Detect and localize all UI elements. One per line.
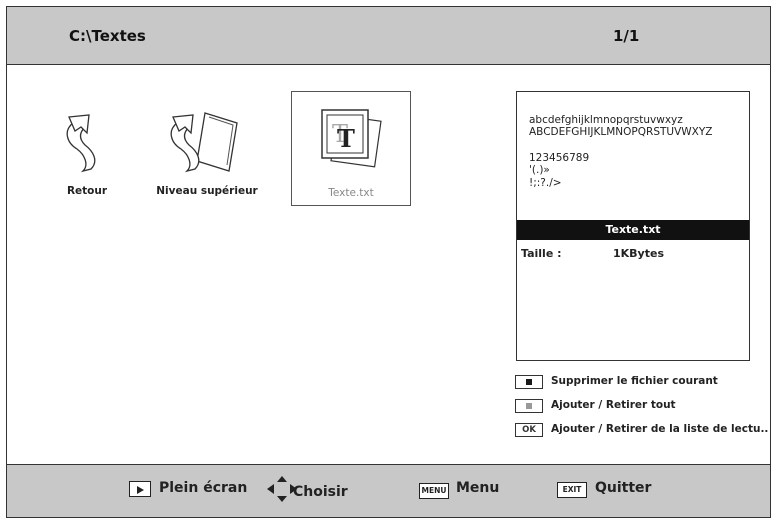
action-label: Ajouter / Retirer tout	[551, 399, 676, 411]
item-retour[interactable]: Retour	[27, 91, 147, 206]
menu-key-icon: MENU	[419, 483, 449, 499]
sample-text-punctuation-1: '(.)»	[529, 164, 550, 176]
item-niveau-superieur[interactable]: Niveau supérieur	[147, 91, 267, 206]
footer-bar: Plein écran Choisir MENU Menu EXIT Quitt…	[7, 464, 770, 517]
return-arrow-icon	[66, 114, 96, 173]
menu-label: Menu	[456, 480, 500, 496]
action-label: Ajouter / Retirer de la liste de lectu..	[551, 423, 769, 435]
green-key-icon	[515, 399, 543, 413]
sample-text-digits: 123456789	[529, 152, 590, 164]
sample-text-uppercase: ABCDEFGHIJKLMNOPQRSTUVWXYZ	[529, 126, 713, 138]
exit-label: Quitter	[595, 480, 652, 496]
parent-folder-icon	[170, 112, 238, 173]
action-label: Supprimer le fichier courant	[551, 375, 718, 387]
header-bar: C:\Textes 1/1	[7, 7, 770, 65]
sample-text-lowercase: abcdefghijklmnopqrstuvwxyz	[529, 114, 683, 126]
item-texte-txt[interactable]: T T Texte.txt	[291, 91, 411, 206]
navigate-label: Choisir	[293, 484, 348, 500]
page-indicator: 1/1	[613, 27, 640, 45]
file-browser-window: C:\Textes 1/1 Retour Niveau supérieur T …	[6, 6, 771, 518]
current-path: C:\Textes	[69, 27, 146, 45]
preview-file-name: Texte.txt	[517, 220, 749, 240]
file-size-value: 1KBytes	[613, 247, 664, 260]
item-label: Texte.txt	[328, 187, 374, 199]
item-label: Niveau supérieur	[156, 185, 258, 197]
menu-button[interactable]: MENU Menu	[419, 479, 509, 499]
navigate-button[interactable]: Choisir	[265, 476, 375, 502]
fullscreen-label: Plein écran	[159, 480, 248, 496]
file-preview-panel: abcdefghijklmnopqrstuvwxyz ABCDEFGHIJKLM…	[516, 91, 750, 361]
exit-key-icon: EXIT	[557, 482, 587, 498]
red-key-icon	[515, 375, 543, 389]
fullscreen-button[interactable]: Plein écran	[129, 479, 259, 499]
text-file-icon: T T	[321, 109, 382, 168]
item-label: Retour	[66, 185, 108, 197]
file-size-label: Taille :	[521, 247, 562, 260]
ok-key-icon: OK	[515, 423, 543, 437]
exit-button[interactable]: EXIT Quitter	[557, 479, 657, 499]
play-key-icon	[129, 481, 151, 497]
file-icon-glyph: T	[337, 124, 355, 153]
sample-text-punctuation-2: !;:?./>	[529, 177, 562, 189]
